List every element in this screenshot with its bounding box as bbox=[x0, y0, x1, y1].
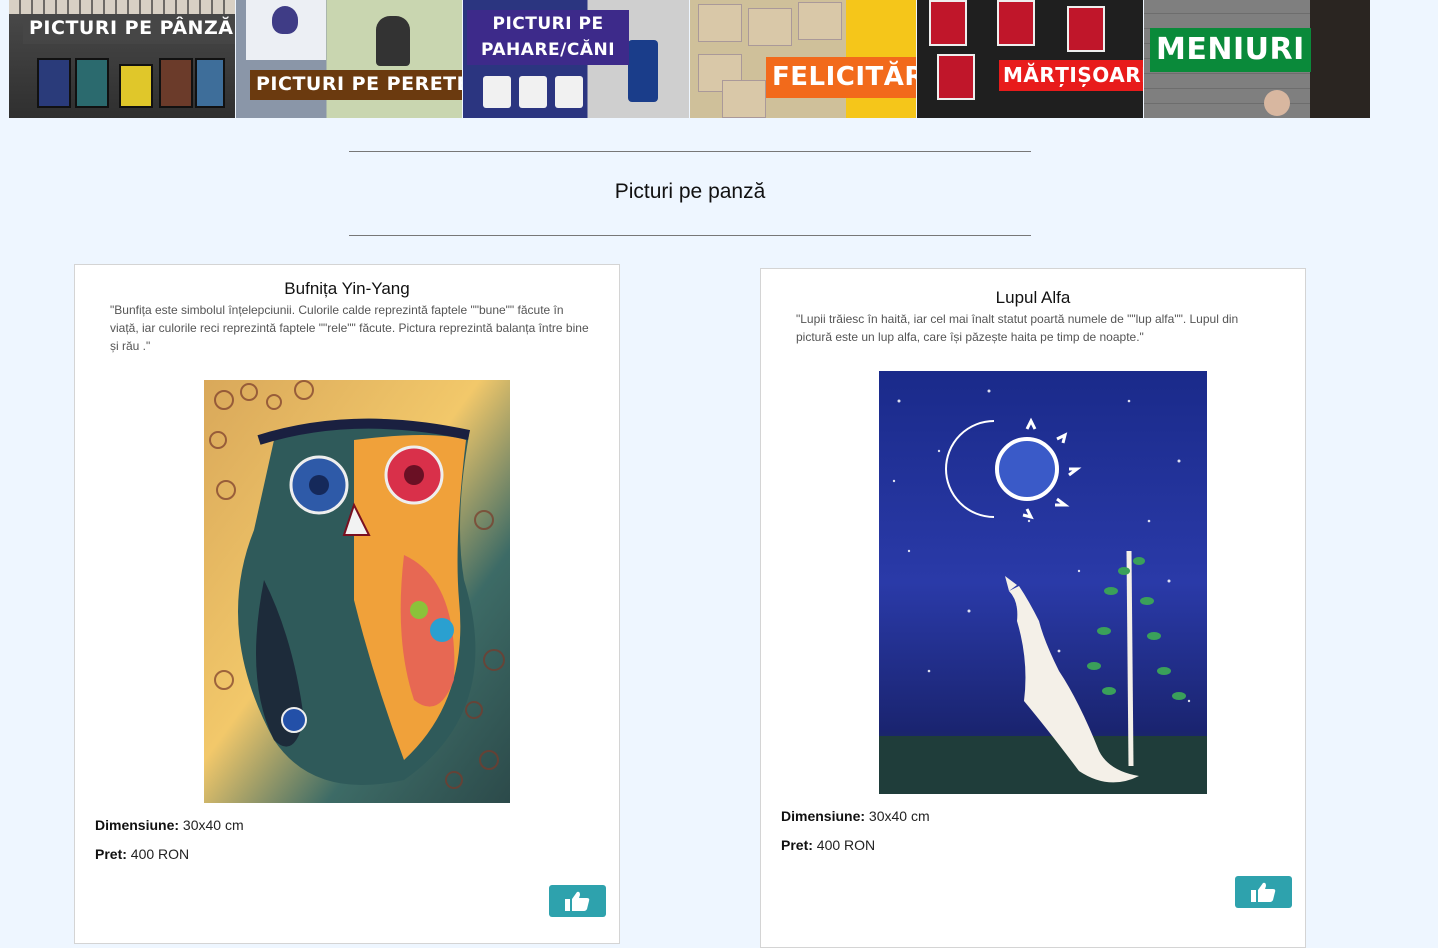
category-label: MĂRȚIȘOARE bbox=[999, 60, 1143, 91]
like-button[interactable] bbox=[1235, 876, 1292, 908]
product-description: "Lupii trăiesc în haită, iar cel mai îna… bbox=[796, 312, 1239, 344]
section-divider-bottom bbox=[349, 235, 1031, 236]
thumbs-up-icon bbox=[1251, 882, 1276, 902]
product-image-owl[interactable] bbox=[204, 380, 510, 803]
product-dimension: Dimensiune: 30x40 cm bbox=[781, 808, 930, 824]
product-card: Lupul Alfa "Lupii trăiesc în haită, iar … bbox=[760, 268, 1306, 948]
category-tile-felicitari[interactable]: FELICITĂRI bbox=[690, 0, 916, 118]
product-title: Lupul Alfa bbox=[995, 288, 1071, 307]
section-title: Picturi pe panză bbox=[614, 180, 766, 203]
like-button[interactable] bbox=[549, 885, 606, 917]
thumbs-up-icon bbox=[565, 891, 590, 911]
category-image bbox=[236, 0, 462, 118]
category-tile-picturi-pe-panza[interactable]: PICTURI PE PÂNZĂ bbox=[9, 0, 235, 118]
category-strip: PICTURI PE PÂNZĂ PICTURI PE PERETE PICTU… bbox=[9, 0, 1371, 118]
product-price: Pret: 400 RON bbox=[95, 846, 190, 862]
product-price: Pret: 400 RON bbox=[781, 837, 876, 853]
category-tile-meniuri[interactable]: MENIURI bbox=[1144, 0, 1370, 118]
product-card: Bufnița Yin-Yang "Bunfița este simbolul … bbox=[74, 264, 620, 944]
product-title: Bufnița Yin-Yang bbox=[284, 279, 410, 298]
category-label: PICTURI PE PERETE bbox=[250, 70, 462, 100]
category-tile-picturi-pe-pahare-cani[interactable]: PICTURI PE PAHARE/CĂNI bbox=[463, 0, 689, 118]
category-tile-picturi-pe-perete[interactable]: PICTURI PE PERETE bbox=[236, 0, 462, 118]
category-label: MENIURI bbox=[1150, 28, 1311, 72]
category-tile-martisoare[interactable]: MĂRȚIȘOARE bbox=[917, 0, 1143, 118]
product-image-wolf[interactable] bbox=[879, 371, 1207, 794]
product-dimension: Dimensiune: 30x40 cm bbox=[95, 817, 244, 833]
section-divider-top bbox=[349, 151, 1031, 152]
category-label: PICTURI PE PÂNZĂ bbox=[23, 14, 235, 44]
category-label: PICTURI PE PAHARE/CĂNI bbox=[467, 10, 630, 65]
category-image bbox=[917, 0, 1143, 118]
category-label: FELICITĂRI bbox=[766, 57, 916, 98]
product-description: "Bunfița este simbolul înțelepciunii. Cu… bbox=[110, 303, 589, 353]
